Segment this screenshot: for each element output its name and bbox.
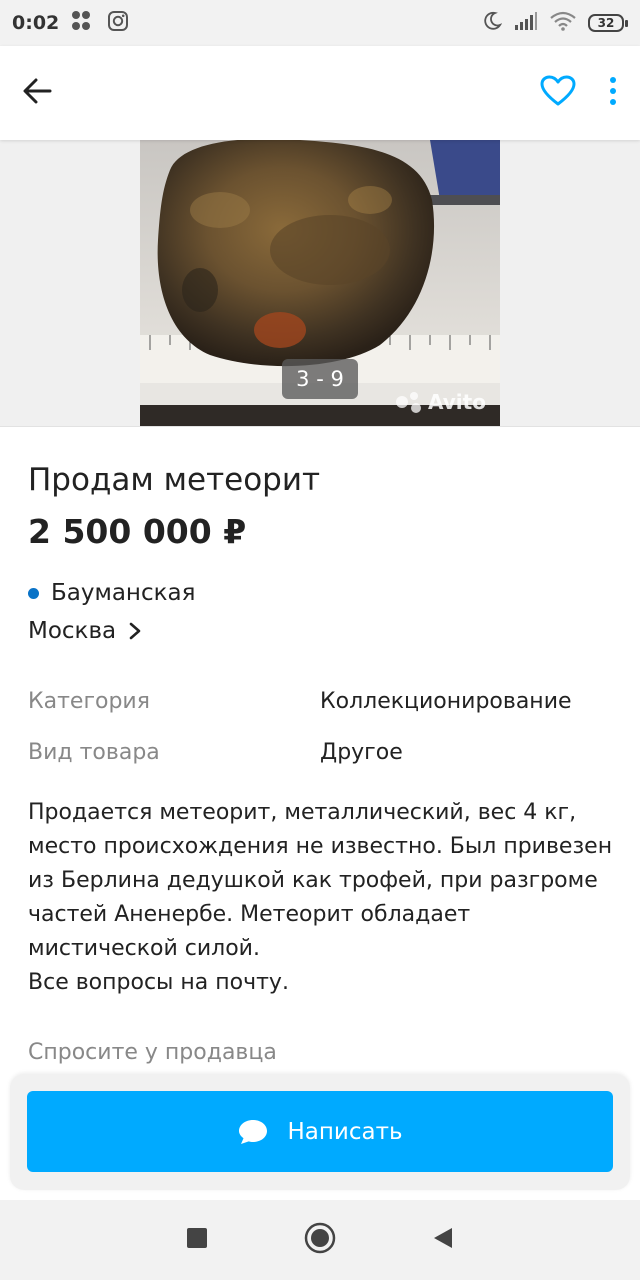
- listing-description: Продается метеорит, металлический, вес 4…: [28, 796, 618, 1000]
- battery-level: 32: [588, 14, 624, 32]
- heart-icon: [540, 75, 576, 111]
- write-message-button[interactable]: Написать: [27, 1091, 613, 1172]
- chat-bubble-icon: [237, 1118, 269, 1146]
- param-label: Вид товара: [28, 740, 160, 765]
- city-link[interactable]: Москва: [28, 618, 142, 644]
- back-arrow-icon: [22, 78, 52, 108]
- metro-line-dot: [28, 587, 39, 599]
- square-icon: [186, 1227, 208, 1253]
- dots-app-icon: [71, 10, 97, 36]
- param-value: Коллекционирование: [320, 689, 572, 714]
- battery-indicator: 32: [588, 14, 628, 32]
- back-nav-button[interactable]: [432, 1226, 454, 1254]
- param-row-item-type: Вид товара Другое: [28, 740, 618, 765]
- more-vertical-icon: [608, 76, 618, 110]
- home-button[interactable]: [304, 1222, 336, 1258]
- system-nav-bar: [0, 1200, 640, 1280]
- top-toolbar: [0, 46, 640, 140]
- instagram-icon: [107, 10, 129, 36]
- param-value: Другое: [320, 740, 403, 765]
- favorite-button[interactable]: [540, 75, 576, 111]
- metro-station: Бауманская: [28, 580, 195, 606]
- back-button[interactable]: [22, 78, 52, 108]
- recent-apps-button[interactable]: [186, 1227, 208, 1253]
- chevron-right-icon: [128, 621, 142, 641]
- param-label: Категория: [28, 689, 150, 714]
- status-time: 0:02: [12, 12, 60, 34]
- signal-icon: [514, 11, 538, 35]
- home-circle-icon: [304, 1222, 336, 1258]
- moon-icon: [482, 11, 503, 35]
- write-message-label: Написать: [287, 1118, 403, 1145]
- avito-watermark: Avito: [428, 390, 486, 414]
- more-options-button[interactable]: [608, 76, 618, 110]
- image-counter: 3 - 9: [282, 359, 358, 399]
- wifi-icon: [550, 11, 576, 35]
- status-bar: 0:02 32: [0, 0, 640, 46]
- param-row-category: Категория Коллекционирование: [28, 689, 618, 714]
- bottom-action-panel: Написать: [10, 1074, 630, 1190]
- description-footer: Все вопросы на почту.: [28, 970, 289, 995]
- back-triangle-icon: [432, 1226, 454, 1254]
- ask-seller-heading: Спросите у продавца: [28, 1040, 277, 1065]
- listing-price: 2 500 000 ₽: [28, 512, 247, 551]
- description-text: Продается метеорит, металлический, вес 4…: [28, 800, 613, 961]
- metro-station-label: Бауманская: [51, 580, 196, 606]
- city-label: Москва: [28, 618, 117, 644]
- listing-title: Продам метеорит: [28, 462, 321, 498]
